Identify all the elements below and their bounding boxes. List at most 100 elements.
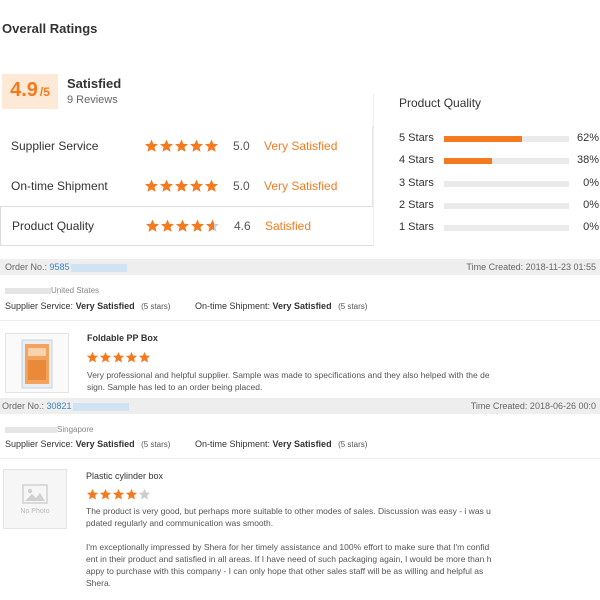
overall-score-scale: /5 [39, 85, 50, 99]
distribution-track [444, 225, 569, 231]
distribution-label: 1 Stars [399, 221, 434, 233]
star-icon [160, 219, 175, 234]
distribution-fill [444, 136, 522, 142]
order-time-created: Time Created: 2018-06-26 00:0 [470, 401, 596, 411]
supplier-service-stars: (5 stars) [141, 302, 171, 311]
rating-text: Satisfied [265, 219, 312, 233]
panel-title: Product Quality [399, 96, 482, 110]
review-line: sign. Sample has led to an order being p… [87, 382, 263, 392]
overall-score: 4.9 [10, 79, 38, 101]
order-label: Order No.: [2, 401, 45, 411]
shipment-stars: (5 stars) [338, 302, 368, 311]
product-name[interactable]: Plastic cylinder box [86, 471, 163, 481]
review-star-rating [86, 488, 151, 501]
rating-score: 4.6 [234, 219, 251, 233]
product-name[interactable]: Foldable PP Box [87, 333, 158, 343]
buyer-info: Singapore [5, 425, 93, 434]
rating-score: 5.0 [233, 139, 250, 153]
star-icon [86, 488, 99, 501]
star-icon [112, 488, 125, 501]
star-icon [99, 488, 112, 501]
supplier-service-value: Very Satisfied [75, 439, 135, 449]
review-line: ent in their product and satisfied in al… [86, 554, 492, 564]
product-thumbnail[interactable]: No Photo [3, 469, 67, 529]
rating-text: Very Satisfied [264, 139, 338, 153]
distribution-fill [444, 158, 492, 164]
supplier-service-label: Supplier Service: [5, 439, 74, 449]
distribution-label: 2 Stars [399, 199, 434, 211]
star-rating [145, 219, 220, 234]
review-line: Shera. [86, 578, 112, 588]
product-thumbnail[interactable] [5, 333, 69, 393]
distribution-percent: 0% [583, 199, 599, 211]
masked-buyer-name [5, 287, 51, 294]
divider [0, 458, 600, 459]
masked-buyer-name [5, 426, 57, 433]
rating-label: Supplier Service [11, 139, 99, 153]
distribution-label: 4 Stars [399, 154, 434, 166]
star-icon [138, 488, 151, 501]
distribution-percent: 38% [576, 154, 599, 166]
foldable-box-image [6, 334, 68, 392]
review-spacer [86, 529, 511, 541]
rating-score: 5.0 [233, 179, 250, 193]
rating-row-product-quality[interactable]: Product Quality 4.6 Satisfied [0, 206, 373, 246]
buyer-country: Singapore [57, 425, 94, 434]
overall-score-badge: 4.9 /5 [2, 74, 58, 109]
star-icon [189, 139, 204, 154]
review-line: Very professional and helpful supplier. … [87, 370, 490, 380]
distribution-label: 3 Stars [399, 177, 434, 189]
distribution-row-5: 5 Stars 62% [399, 132, 599, 146]
review-text: The product is very good, but perhaps mo… [86, 505, 511, 589]
rating-label: Product Quality [12, 219, 95, 233]
star-icon [145, 219, 160, 234]
masked-order-number [72, 402, 129, 411]
shipment-value: Very Satisfied [272, 439, 332, 449]
shipment-stars: (5 stars) [338, 440, 368, 449]
buyer-info: United States [5, 286, 99, 295]
supplier-rating-line: Supplier Service: Very Satisfied (5 star… [5, 301, 367, 311]
star-icon [204, 139, 219, 154]
distribution-track [444, 136, 569, 142]
order-header: Order No.: 9585 Time Created: 2018-11-23… [0, 259, 600, 275]
star-icon [144, 179, 159, 194]
supplier-service-stars: (5 stars) [141, 440, 171, 449]
distribution-percent: 62% [576, 132, 599, 144]
order-number-link[interactable]: 30821 [47, 401, 72, 411]
distribution-percent: 0% [583, 177, 599, 189]
no-photo-label: No Photo [20, 507, 50, 515]
review-line: I'm exceptionally impressed by Shera for… [86, 542, 490, 552]
review-text: Very professional and helpful supplier. … [87, 369, 507, 393]
overall-label: Satisfied [67, 76, 122, 91]
star-icon [174, 179, 189, 194]
star-icon [190, 219, 205, 234]
order-number-link[interactable]: 9585 [50, 262, 70, 272]
review-star-rating [86, 351, 151, 364]
star-icon [205, 219, 220, 234]
star-icon [174, 139, 189, 154]
distribution-track [444, 203, 569, 209]
supplier-rating-line: Supplier Service: Very Satisfied (5 star… [5, 439, 367, 449]
distribution-label: 5 Stars [399, 132, 434, 144]
star-icon [125, 488, 138, 501]
rating-row-on-time-shipment[interactable]: On-time Shipment 5.0 Very Satisfied [0, 166, 373, 206]
shipment-label: On-time Shipment: [194, 301, 271, 311]
star-icon [125, 351, 138, 364]
star-icon [86, 351, 99, 364]
star-icon [138, 351, 151, 364]
star-icon [159, 179, 174, 194]
buyer-country: United States [51, 286, 100, 295]
star-icon [112, 351, 125, 364]
order-header: Order No.: 30821 Time Created: 2018-06-2… [0, 398, 600, 414]
star-icon [144, 139, 159, 154]
divider [0, 320, 600, 321]
star-icon [99, 351, 112, 364]
distribution-row-2: 2 Stars 0% [399, 199, 599, 213]
rating-row-supplier-service[interactable]: Supplier Service 5.0 Very Satisfied [0, 126, 373, 166]
star-icon [189, 179, 204, 194]
rating-breakdown: Supplier Service 5.0 Very Satisfied On-t… [0, 126, 373, 246]
review-line: pdated regularly and communication was s… [86, 518, 274, 528]
rating-label: On-time Shipment [11, 179, 108, 193]
supplier-service-label: Supplier Service: [5, 301, 74, 311]
star-icon [159, 139, 174, 154]
